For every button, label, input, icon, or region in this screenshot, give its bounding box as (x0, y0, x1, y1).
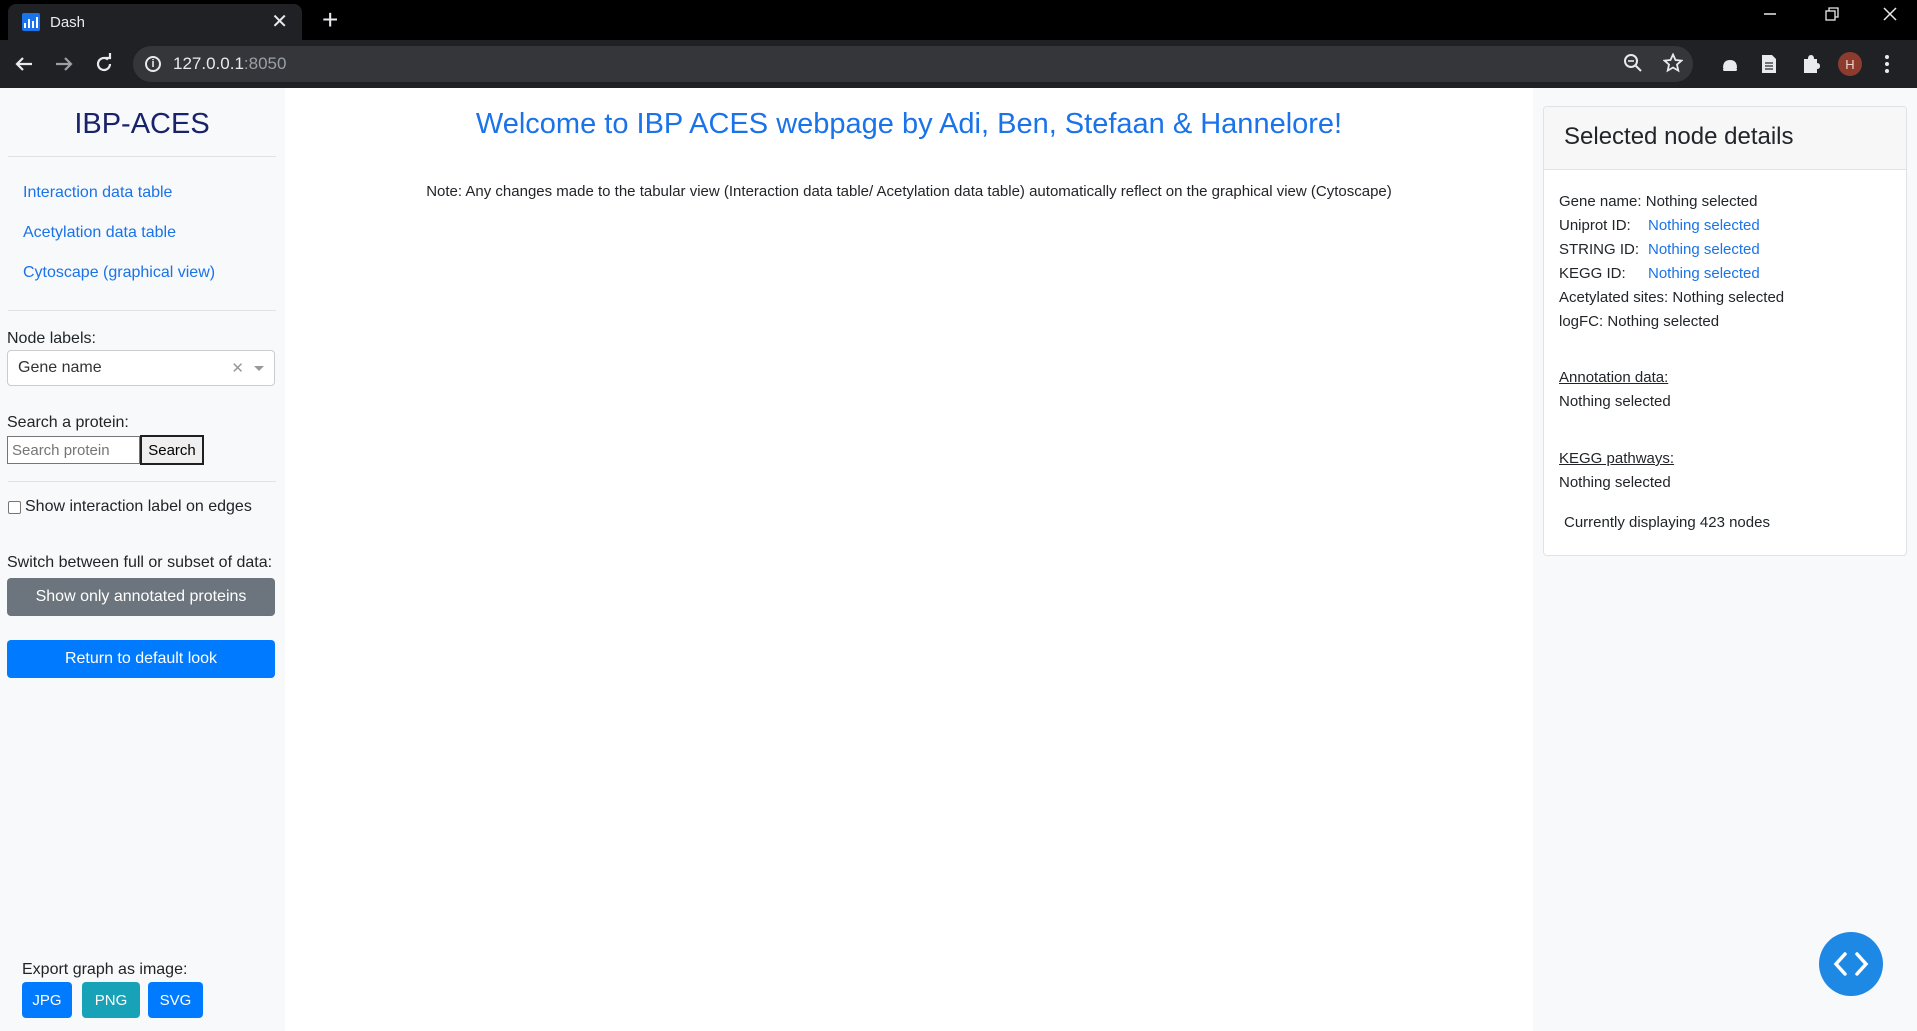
annotation-value: Nothing selected (1559, 393, 1671, 410)
forward-arrow-icon[interactable] (52, 48, 76, 84)
menu-icon[interactable] (1884, 50, 1890, 81)
nav-acetylation-table[interactable]: Acetylation data table (23, 224, 176, 242)
gene-name-row: Gene name: Nothing selected (1559, 193, 1757, 210)
acetylated-sites-label: Acetylated sites: (1559, 289, 1669, 306)
string-link[interactable]: Nothing selected (1648, 241, 1760, 258)
node-labels-value: Gene name (18, 359, 102, 376)
uniprot-label: Uniprot ID: (1559, 217, 1631, 234)
browser-tab[interactable]: Dash ✕ (8, 4, 302, 40)
chevron-down-icon[interactable] (254, 365, 264, 371)
new-tab-button[interactable]: + (322, 5, 338, 35)
annotation-heading: Annotation data: (1559, 369, 1669, 386)
node-count: Currently displaying 423 nodes (1564, 514, 1770, 531)
nav-cytoscape[interactable]: Cytoscape (graphical view) (23, 264, 215, 282)
node-details-card: Selected node details Gene name: Nothing… (1543, 106, 1907, 556)
restore-icon[interactable] (1824, 6, 1840, 27)
card-title: Selected node details (1564, 123, 1794, 150)
gene-name-label: Gene name: (1559, 193, 1642, 210)
sync-note: Note: Any changes made to the tabular vi… (426, 183, 1392, 200)
page-content: IBP-ACES Interaction data table Acetylat… (0, 88, 1917, 1031)
tab-title: Dash (50, 13, 86, 31)
show-annotated-button[interactable]: Show only annotated proteins (7, 578, 275, 616)
close-window-icon[interactable] (1882, 6, 1898, 27)
clear-icon[interactable]: ✕ (231, 359, 244, 377)
logfc-value: Nothing selected (1607, 313, 1720, 330)
divider (8, 156, 276, 157)
edge-label-checkbox[interactable] (8, 501, 21, 514)
url-omnibox[interactable]: i 127.0.0.1:8050 (133, 46, 1693, 82)
pathways-value: Nothing selected (1559, 474, 1671, 491)
divider (8, 310, 276, 311)
minimize-icon[interactable] (1762, 6, 1778, 27)
acetylated-sites-value: Nothing selected (1672, 289, 1785, 306)
extension-cloud-icon[interactable] (1720, 54, 1738, 74)
devtools-code-icon[interactable] (1819, 932, 1883, 996)
url-host: 127.0.0.1 (173, 54, 244, 73)
node-labels-label: Node labels: (7, 330, 96, 347)
card-header: Selected node details (1544, 107, 1906, 170)
switch-data-label: Switch between full or subset of data: (7, 554, 273, 571)
kegg-label: KEGG ID: (1559, 265, 1626, 282)
zoom-icon[interactable] (1623, 53, 1643, 78)
puzzle-extension-icon[interactable] (1800, 54, 1820, 74)
default-look-button[interactable]: Return to default look (7, 640, 275, 678)
export-svg-button[interactable]: SVG (148, 982, 203, 1018)
gene-name-value: Nothing selected (1645, 193, 1758, 210)
browser-address-bar: i 127.0.0.1:8050 H (0, 40, 1917, 88)
profile-avatar[interactable]: H (1838, 52, 1862, 76)
page-title: Welcome to IBP ACES webpage by Adi, Ben,… (475, 108, 1343, 140)
export-jpg-button[interactable]: JPG (22, 982, 72, 1018)
kegg-link[interactable]: Nothing selected (1648, 265, 1760, 282)
reload-icon[interactable] (92, 48, 116, 84)
logfc-label: logFC: (1559, 313, 1604, 330)
tab-close-icon[interactable]: ✕ (271, 12, 288, 32)
brand-title: IBP-ACES (74, 108, 210, 140)
string-label: STRING ID: (1559, 241, 1640, 258)
search-input[interactable] (7, 436, 140, 464)
search-label: Search a protein: (7, 414, 129, 431)
divider (8, 481, 276, 482)
search-button[interactable]: Search (140, 435, 204, 465)
bookmark-star-icon[interactable] (1662, 52, 1684, 78)
dash-favicon-icon (22, 13, 40, 31)
reading-list-icon[interactable] (1760, 54, 1778, 74)
uniprot-link[interactable]: Nothing selected (1648, 217, 1760, 234)
url-port: :8050 (243, 54, 287, 73)
edge-label-checkbox-label[interactable]: Show interaction label on edges (25, 498, 252, 516)
nav-interaction-table[interactable]: Interaction data table (23, 184, 172, 202)
back-arrow-icon[interactable] (12, 48, 36, 84)
site-info-icon[interactable]: i (145, 56, 161, 72)
logfc-row: logFC: Nothing selected (1559, 313, 1719, 330)
node-labels-dropdown[interactable]: Gene name ✕ (7, 350, 275, 386)
acetylated-sites-row: Acetylated sites: Nothing selected (1559, 289, 1784, 306)
export-label: Export graph as image: (22, 961, 188, 978)
sidebar: IBP-ACES Interaction data table Acetylat… (0, 88, 285, 1031)
browser-tab-bar: Dash ✕ + (0, 0, 1917, 40)
pathways-heading: KEGG pathways: (1559, 450, 1675, 467)
export-png-button[interactable]: PNG (82, 982, 140, 1018)
